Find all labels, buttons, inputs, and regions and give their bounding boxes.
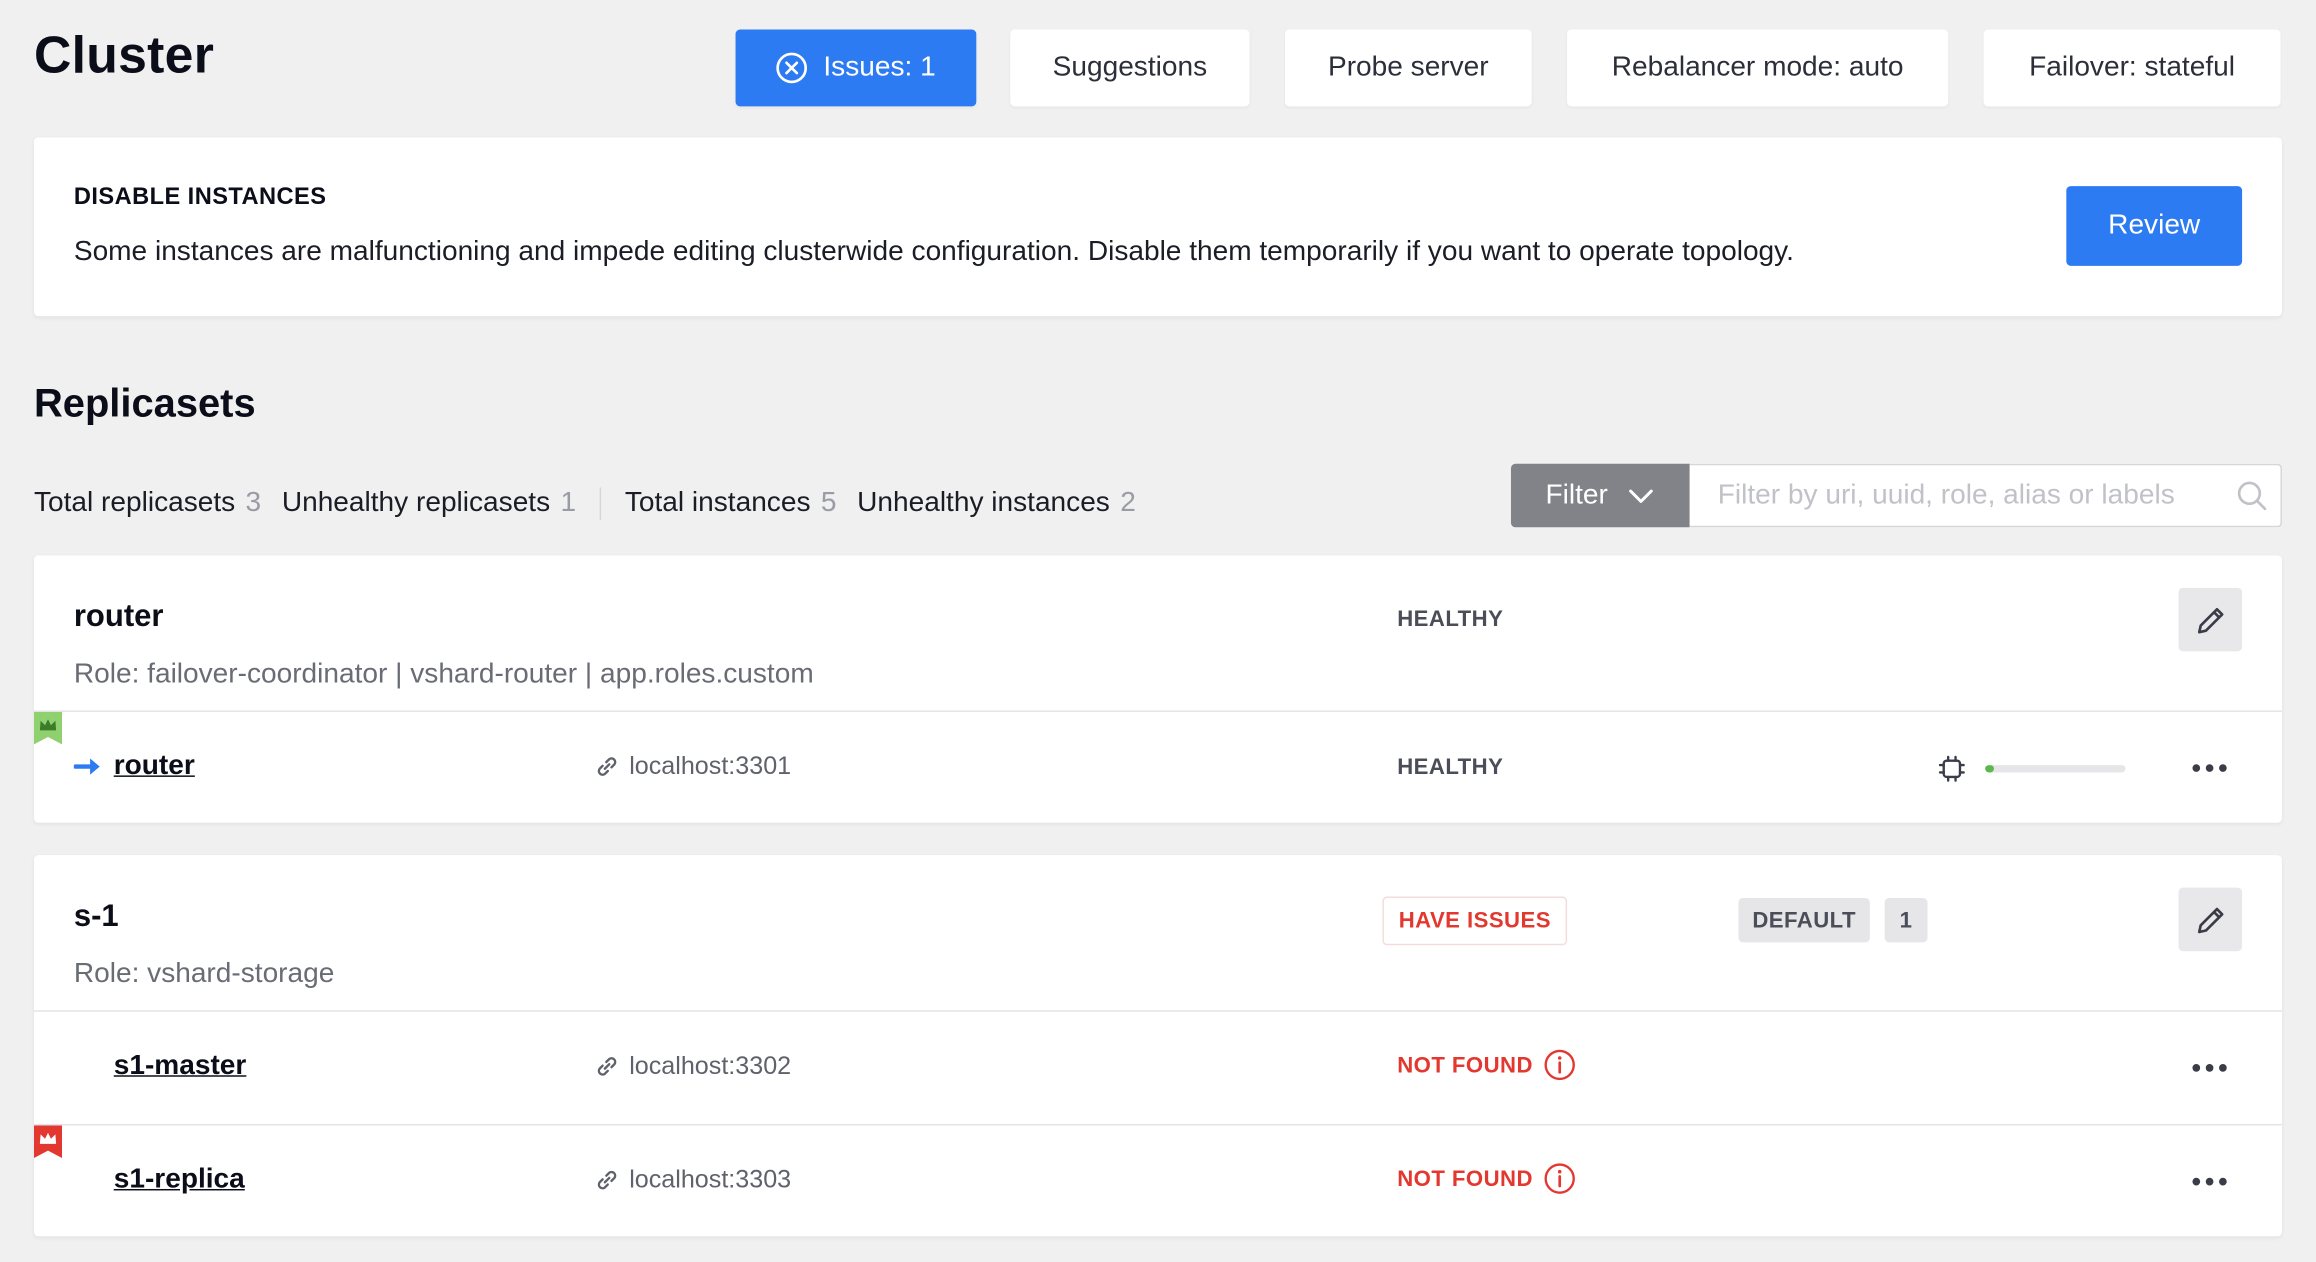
cpu-icon [1936, 753, 1967, 784]
total-replicasets-count: 3 [245, 487, 262, 519]
more-actions-button[interactable] [2177, 1161, 2242, 1202]
replicaset-status: HAVE ISSUES [1382, 896, 1568, 946]
cluster-page: Cluster Issues: 1 Suggestions Probe serv… [0, 0, 2316, 1261]
more-icon [2192, 1064, 2227, 1072]
more-icon [2192, 764, 2227, 772]
instance-name-link[interactable]: s1-master [114, 1050, 247, 1082]
instance-status: NOT FOUND [1397, 1049, 1576, 1081]
link-icon [594, 1167, 621, 1194]
rebalancer-mode-button[interactable]: Rebalancer mode: auto [1567, 29, 1949, 107]
instance-status: NOT FOUND [1397, 1162, 1576, 1194]
instance-uri: localhost:3301 [594, 752, 791, 782]
instance-uri-text: localhost:3301 [629, 751, 792, 780]
edit-replicaset-button[interactable] [2178, 887, 2243, 952]
unhealthy-replicasets-label: Unhealthy replicasets [281, 487, 551, 519]
suggestions-button[interactable]: Suggestions [1010, 29, 1250, 107]
crown-icon [33, 1125, 63, 1158]
filter-search-input[interactable] [1689, 463, 2282, 528]
search-icon[interactable] [2236, 480, 2267, 511]
cluster-stats: Total replicasets 3 Unhealthy replicaset… [33, 487, 1157, 520]
issues-button[interactable]: Issues: 1 [735, 29, 977, 107]
memory-usage-fill [1985, 765, 1994, 773]
replicaset-card-router: router Role: failover-coordinator | vsha… [33, 555, 2282, 824]
replicaset-status: HEALTHY [1397, 607, 1504, 633]
instance-name-link[interactable]: s1-replica [114, 1164, 245, 1196]
info-icon[interactable] [1543, 1162, 1575, 1194]
unhealthy-instances-count: 2 [1120, 487, 1136, 519]
instance-uri: localhost:3303 [594, 1165, 791, 1195]
replicaset-roles: Role: vshard-storage [73, 958, 335, 990]
filter-dropdown-button[interactable]: Filter [1510, 463, 1690, 528]
filter-button-label: Filter [1545, 479, 1608, 511]
replicaset-name: s-1 [73, 899, 119, 934]
more-actions-button[interactable] [2177, 1047, 2242, 1088]
more-icon [2192, 1177, 2227, 1186]
vshard-group-badge: DEFAULT [1738, 898, 1870, 943]
probe-server-button[interactable]: Probe server [1284, 29, 1532, 107]
instance-row: s1-master localhost:3302 NOT FOUND [34, 1012, 2282, 1124]
issue-banner-title: DISABLE INSTANCES [73, 184, 327, 210]
suggestions-button-label: Suggestions [1052, 51, 1208, 83]
issue-banner: DISABLE INSTANCES Some instances are mal… [33, 137, 2282, 317]
instance-uri-text: localhost:3302 [629, 1051, 792, 1080]
page-title: Cluster [33, 26, 215, 85]
replicaset-card-s-1: s-1 Role: vshard-storage HAVE ISSUES DEF… [33, 855, 2282, 1237]
instance-row: router localhost:3301 HEALTHY [33, 711, 2282, 824]
total-replicasets-label: Total replicasets [33, 487, 236, 519]
failover-button-label: Failover: stateful [2029, 51, 2236, 83]
pencil-icon [2193, 902, 2228, 937]
instance-status-text: NOT FOUND [1397, 1052, 1533, 1078]
instance-uri-text: localhost:3303 [629, 1165, 792, 1194]
unhealthy-instances-label: Unhealthy instances [857, 487, 1110, 519]
link-icon [594, 1053, 621, 1080]
pencil-icon [2193, 602, 2228, 637]
total-instances-count: 5 [820, 487, 837, 519]
instance-status-text: NOT FOUND [1397, 1166, 1533, 1192]
arrow-right-icon [73, 755, 104, 779]
weight-badge: 1 [1884, 898, 1928, 943]
unhealthy-replicasets-count: 1 [560, 487, 577, 519]
filter-bar: Filter [1510, 463, 2282, 528]
replicaset-name: router [73, 599, 164, 634]
more-actions-button[interactable] [2177, 747, 2242, 788]
edit-replicaset-button[interactable] [2178, 587, 2243, 652]
chevron-down-icon [1626, 481, 1656, 511]
failover-button[interactable]: Failover: stateful [1983, 29, 2281, 107]
crown-icon [33, 711, 63, 745]
replicaset-roles: Role: failover-coordinator | vshard-rout… [73, 658, 814, 690]
instance-status: HEALTHY [1397, 754, 1504, 780]
instance-row: s1-replica localhost:3303 NOT FOUND [33, 1125, 2282, 1237]
instance-uri: localhost:3302 [594, 1052, 791, 1082]
total-instances-label: Total instances [624, 487, 811, 519]
info-icon[interactable] [1543, 1049, 1575, 1081]
issues-button-label: Issues: 1 [823, 51, 936, 83]
issue-banner-text: Some instances are malfunctioning and im… [73, 236, 1794, 268]
memory-usage-bar [1985, 765, 2126, 773]
probe-server-button-label: Probe server [1327, 51, 1489, 83]
rebalancer-mode-button-label: Rebalancer mode: auto [1611, 51, 1904, 83]
stats-divider [599, 487, 602, 520]
review-button[interactable]: Review [2066, 186, 2243, 266]
link-icon [594, 753, 621, 780]
x-circle-icon [776, 52, 808, 84]
instance-name-link[interactable]: router [114, 750, 195, 782]
replicasets-title: Replicasets [33, 381, 256, 426]
